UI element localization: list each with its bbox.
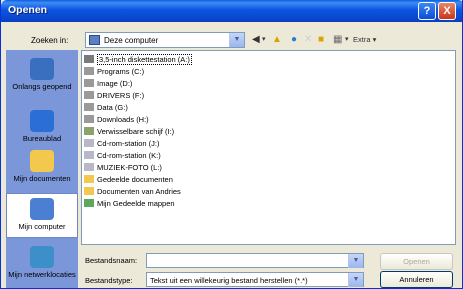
- drive-icon: [84, 103, 94, 111]
- network-icon: [30, 246, 54, 268]
- item-label: Mijn Gedeelde mappen: [97, 199, 175, 208]
- item-label: MUZIEK-FOTO (L:): [97, 163, 162, 172]
- list-item[interactable]: Cd-rom-station (K:): [84, 150, 161, 161]
- list-item[interactable]: Data (G:): [84, 102, 128, 113]
- chevron-down-icon[interactable]: ▼: [348, 254, 363, 268]
- lookin-dropdown[interactable]: Deze computer ▼: [85, 32, 245, 48]
- drive-icon: [84, 91, 94, 99]
- up-folder-icon[interactable]: ▲: [272, 33, 282, 47]
- item-label: 3,5-inch diskettestation (A:): [97, 54, 192, 65]
- place-desktop[interactable]: Bureaublad: [6, 106, 78, 143]
- place-my-computer[interactable]: Mijn computer: [6, 193, 78, 238]
- cancel-button[interactable]: Annuleren: [380, 271, 453, 288]
- list-item[interactable]: Programs (C:): [84, 66, 144, 77]
- shared-folder-icon: [84, 199, 94, 207]
- search-web-icon[interactable]: ●: [291, 33, 297, 47]
- place-label: Onlangs geopend: [12, 82, 72, 91]
- list-item[interactable]: Mijn Gedeelde mappen: [84, 198, 175, 209]
- title-bar: Openen ? X: [1, 0, 462, 22]
- folder-icon: [84, 175, 94, 183]
- open-dialog: Openen ? X Zoeken in: Deze computer ▼ ◀ …: [0, 0, 463, 289]
- folder-icon: [30, 150, 54, 172]
- item-label: Cd-rom-station (J:): [97, 139, 160, 148]
- filetype-value: Tekst uit een willekeurig bestand herste…: [150, 276, 308, 285]
- list-item[interactable]: Cd-rom-station (J:): [84, 138, 160, 149]
- list-item[interactable]: Image (D:): [84, 78, 132, 89]
- dropdown-small-icon[interactable]: ▾: [262, 33, 266, 47]
- chevron-down-icon[interactable]: ▼: [229, 33, 244, 47]
- places-bar: Onlangs geopend Bureaublad Mijn document…: [6, 50, 78, 288]
- computer-icon: [89, 35, 100, 45]
- cdrom-icon: [84, 139, 94, 147]
- chevron-down-icon[interactable]: ▼: [348, 273, 363, 287]
- item-label: Programs (C:): [97, 67, 145, 76]
- place-label: Bureaublad: [22, 134, 62, 143]
- item-label: Documenten van Andries: [97, 187, 181, 196]
- item-label: Image (D:): [97, 79, 133, 88]
- filename-label: Bestandsnaam:: [85, 256, 138, 265]
- cdrom-icon: [84, 163, 94, 171]
- cdrom-icon: [84, 151, 94, 159]
- filetype-select[interactable]: Tekst uit een willekeurig bestand herste…: [146, 272, 364, 287]
- place-my-documents[interactable]: Mijn documenten: [6, 146, 78, 190]
- place-label: Mijn computer: [18, 222, 66, 231]
- tools-menu-button[interactable]: Extra ▾: [353, 33, 376, 47]
- list-item[interactable]: MUZIEK-FOTO (L:): [84, 162, 162, 173]
- floppy-icon: [84, 55, 94, 63]
- item-label: DRIVERS (F:): [97, 91, 145, 100]
- item-label: Data (G:): [97, 103, 128, 112]
- drive-icon: [84, 67, 94, 75]
- help-button[interactable]: ?: [418, 2, 436, 20]
- list-item[interactable]: 3,5-inch diskettestation (A:): [84, 54, 192, 65]
- list-item[interactable]: Gedeelde documenten: [84, 174, 173, 185]
- item-label: Cd-rom-station (K:): [97, 151, 161, 160]
- filetype-label: Bestandstype:: [85, 276, 133, 285]
- file-list[interactable]: 3,5-inch diskettestation (A:) Programs (…: [81, 50, 456, 245]
- item-label: Verwisselbare schijf (I:): [97, 127, 175, 136]
- views-icon[interactable]: ▦: [333, 33, 342, 47]
- delete-icon[interactable]: ✕: [304, 33, 312, 47]
- computer-icon: [30, 198, 54, 220]
- views-dropdown-icon[interactable]: ▾: [345, 33, 349, 47]
- removable-drive-icon: [84, 127, 94, 135]
- place-network[interactable]: Mijn netwerklocaties: [6, 242, 78, 288]
- place-label: Mijn documenten: [13, 174, 71, 183]
- desktop-icon: [30, 110, 54, 132]
- back-icon[interactable]: ◀: [252, 33, 260, 47]
- window-title: Openen: [8, 4, 48, 16]
- place-recent[interactable]: Onlangs geopend: [6, 54, 78, 96]
- drive-icon: [84, 79, 94, 87]
- list-item[interactable]: Verwisselbare schijf (I:): [84, 126, 174, 137]
- close-button[interactable]: X: [438, 2, 456, 20]
- new-folder-icon[interactable]: ■: [318, 33, 324, 47]
- lookin-value: Deze computer: [104, 36, 159, 45]
- lookin-label: Zoeken in:: [31, 36, 69, 45]
- item-label: Gedeelde documenten: [97, 175, 173, 184]
- open-button[interactable]: Openen: [380, 253, 453, 270]
- list-item[interactable]: Documenten van Andries: [84, 186, 181, 197]
- list-item[interactable]: Downloads (H:): [84, 114, 149, 125]
- filename-input[interactable]: ▼: [146, 253, 364, 268]
- folder-icon: [84, 187, 94, 195]
- recent-icon: [30, 58, 54, 80]
- item-label: Downloads (H:): [97, 115, 149, 124]
- place-label: Mijn netwerklocaties: [8, 270, 76, 279]
- list-item[interactable]: DRIVERS (F:): [84, 90, 144, 101]
- drive-icon: [84, 115, 94, 123]
